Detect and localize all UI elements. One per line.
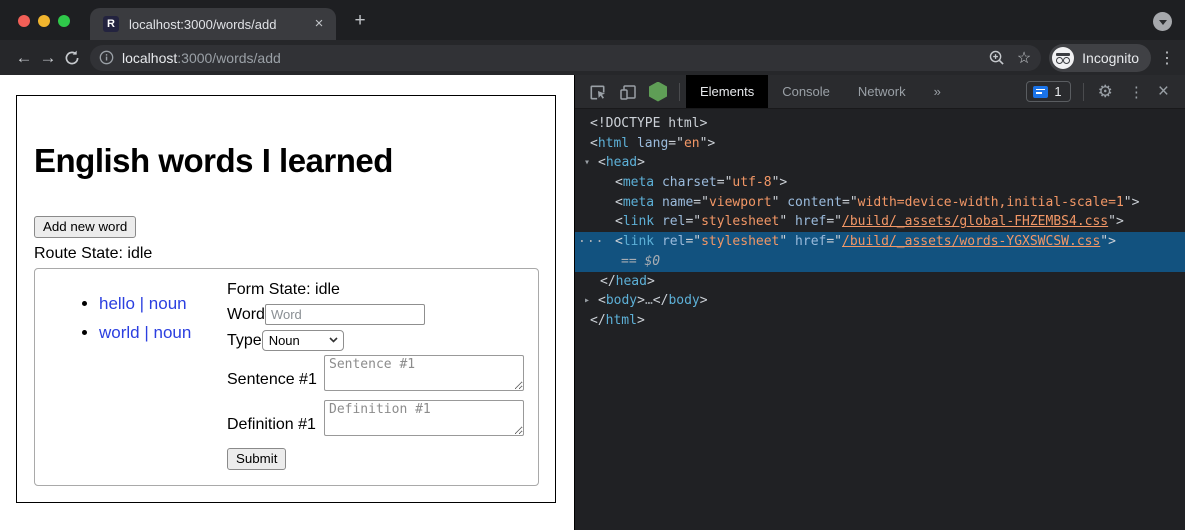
fullscreen-window-button[interactable] <box>58 15 70 27</box>
incognito-badge: Incognito <box>1049 44 1151 72</box>
extension-hexagon-icon[interactable] <box>649 82 667 102</box>
remix-favicon-icon: R <box>103 16 119 32</box>
definition-label: Definition #1 <box>227 416 324 436</box>
route-state-text: Route State: idle <box>34 245 555 263</box>
browser-menu-button[interactable]: ⋮ <box>1159 48 1175 68</box>
tab-title: localhost:3000/words/add <box>129 17 310 32</box>
add-new-word-button[interactable]: Add new word <box>34 216 136 238</box>
close-window-button[interactable] <box>18 15 30 27</box>
page-info-icon[interactable] <box>99 50 114 65</box>
submit-button[interactable]: Submit <box>227 448 286 470</box>
issues-icon <box>1033 86 1048 98</box>
sentence-label: Sentence #1 <box>227 371 324 391</box>
back-button[interactable]: ← <box>12 48 36 68</box>
devtools-toolbar: ElementsConsoleNetwork» 1 ⚙ ⋮ × <box>575 75 1185 109</box>
reload-button[interactable] <box>60 50 84 66</box>
form-state-text: Form State: idle <box>227 281 538 299</box>
word-link[interactable]: hello | noun <box>99 294 187 313</box>
browser-update-icon[interactable] <box>1153 12 1172 31</box>
zoom-icon[interactable] <box>988 49 1005 66</box>
incognito-label: Incognito <box>1082 50 1139 66</box>
devtools-close-icon[interactable]: × <box>1158 81 1169 103</box>
type-label: Type <box>227 332 262 350</box>
issues-counter[interactable]: 1 <box>1026 81 1070 102</box>
dom-tree-line[interactable]: ▸<body>…</body> <box>575 291 1185 311</box>
traffic-lights <box>18 15 70 27</box>
dom-tree-line[interactable]: ...<link rel="stylesheet" href="/build/_… <box>575 232 1185 252</box>
dom-tree-line[interactable]: <meta name="viewport" content="width=dev… <box>575 193 1185 213</box>
page-title: English words I learned <box>34 142 555 180</box>
dom-tree-line[interactable]: </html> <box>575 311 1185 331</box>
devtools-tab-console[interactable]: Console <box>768 75 844 108</box>
word-list-item: hello | noun <box>99 294 227 314</box>
word-link[interactable]: world | noun <box>99 323 191 342</box>
add-word-form: Form State: idle Word Type Noun <box>227 269 538 485</box>
devtools-tab-network[interactable]: Network <box>844 75 920 108</box>
devtools-tab-more-tabs[interactable]: » <box>920 75 955 108</box>
devtools-panel: ElementsConsoleNetwork» 1 ⚙ ⋮ × <!DOCTYP… <box>574 75 1185 530</box>
minimize-window-button[interactable] <box>38 15 50 27</box>
word-list-item: world | noun <box>99 323 227 343</box>
tab-strip: R localhost:3000/words/add × + <box>0 0 1185 40</box>
word-list: hello | noun world | noun <box>35 294 227 343</box>
dom-tree-line[interactable]: <link rel="stylesheet" href="/build/_ass… <box>575 212 1185 232</box>
settings-gear-icon[interactable]: ⚙ <box>1098 82 1113 102</box>
url-host: localhost <box>122 50 177 66</box>
bookmark-star-icon[interactable]: ☆ <box>1017 48 1031 68</box>
dom-tree: <!DOCTYPE html><html lang="en">▾<head><m… <box>575 109 1185 530</box>
inspect-element-icon[interactable] <box>589 83 607 101</box>
sentence-textarea[interactable] <box>324 355 524 391</box>
definition-textarea[interactable] <box>324 400 524 436</box>
word-input[interactable] <box>265 304 425 325</box>
dom-tree-line[interactable]: == $0 <box>575 252 1185 272</box>
url-path: :3000/words/add <box>177 50 281 66</box>
incognito-icon <box>1052 47 1074 69</box>
tab-close-icon[interactable]: × <box>310 15 328 33</box>
word-label: Word <box>227 306 265 324</box>
forward-button[interactable]: → <box>36 48 60 68</box>
node-options-dots-icon[interactable]: ... <box>578 229 604 249</box>
device-toolbar-icon[interactable] <box>619 83 637 101</box>
chevron-down-icon <box>1159 20 1167 25</box>
devtools-menu-icon[interactable]: ⋮ <box>1129 83 1144 101</box>
dom-tree-line[interactable]: <!DOCTYPE html> <box>575 114 1185 134</box>
browser-tab[interactable]: R localhost:3000/words/add × <box>90 8 336 40</box>
browser-window: R localhost:3000/words/add × + ← → local… <box>0 0 1185 530</box>
devtools-tabs: ElementsConsoleNetwork» <box>686 75 955 108</box>
issues-count: 1 <box>1054 84 1061 99</box>
toolbar-divider <box>679 83 680 101</box>
app-container: English words I learned Add new word Rou… <box>16 95 556 503</box>
devtools-tab-elements[interactable]: Elements <box>686 75 768 108</box>
expand-arrow-right-icon[interactable]: ▸ <box>584 291 598 311</box>
dom-tree-line[interactable]: <html lang="en"> <box>575 134 1185 154</box>
dom-tree-line[interactable]: </head> <box>575 272 1185 292</box>
type-select[interactable]: Noun <box>262 330 344 351</box>
dom-tree-line[interactable]: <meta charset="utf-8"> <box>575 173 1185 193</box>
url-field[interactable]: localhost:3000/words/add ☆ <box>90 45 1041 71</box>
toolbar-divider <box>1083 83 1084 101</box>
dom-tree-line[interactable]: ▾<head> <box>575 153 1185 173</box>
expand-arrow-down-icon[interactable]: ▾ <box>584 153 598 173</box>
words-panel: hello | noun world | noun Form State: idl… <box>34 268 539 486</box>
url-text: localhost:3000/words/add <box>122 50 980 66</box>
new-tab-button[interactable]: + <box>349 10 371 32</box>
page-viewport: English words I learned Add new word Rou… <box>0 75 574 530</box>
address-bar: ← → localhost:3000/words/add ☆ Incognito… <box>0 40 1185 75</box>
